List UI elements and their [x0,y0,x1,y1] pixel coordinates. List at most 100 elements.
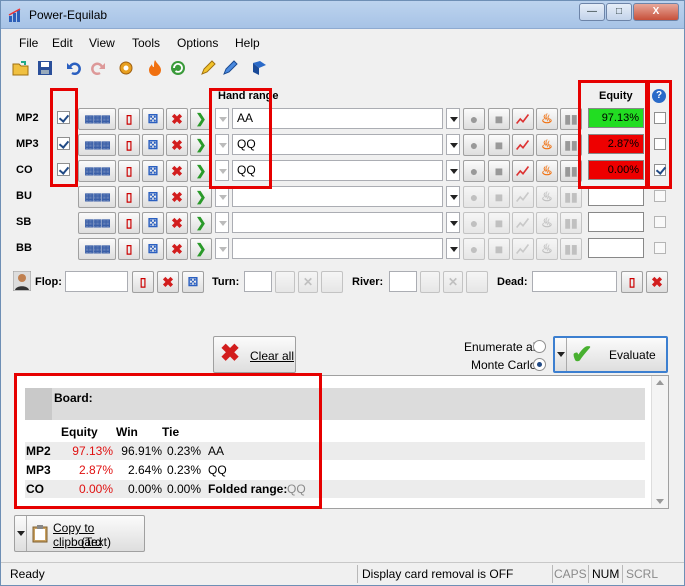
range-history-dropdown[interactable] [215,238,229,259]
weight-button[interactable]: ● [463,212,485,234]
turn-clear-button[interactable]: ✕ [298,271,318,293]
hand-range-dropdown[interactable] [446,212,460,233]
hand-range-dropdown[interactable] [446,134,460,155]
set-hand-button[interactable]: ❯ [190,212,212,234]
flop-card-button[interactable]: ▯ [132,271,154,293]
graph-button[interactable] [512,160,534,182]
range-matrix-button[interactable]: ▦▦▦ [78,108,116,130]
hand-range-dropdown[interactable] [446,186,460,207]
random-hand-button[interactable]: ⚄ [142,186,164,208]
hand-range-dropdown[interactable] [446,160,460,181]
random-hand-button[interactable]: ⚄ [142,134,164,156]
close-window-button[interactable]: X [633,3,679,21]
turn-card-button[interactable] [275,271,295,293]
random-hand-button[interactable]: ⚄ [142,238,164,260]
refresh-icon[interactable] [169,59,187,77]
restore-button[interactable]: □ [606,3,632,21]
set-hand-button[interactable]: ❯ [190,238,212,260]
hot-button[interactable]: ♨ [536,108,558,130]
hand-range-input[interactable] [232,186,443,207]
flop-clear-button[interactable]: ✖ [157,271,179,293]
menu-file[interactable]: File [19,36,38,50]
pencil-blue-icon[interactable] [221,59,239,77]
menu-tools[interactable]: Tools [132,36,160,50]
menu-edit[interactable]: Edit [52,36,73,50]
menu-help[interactable]: Help [235,36,260,50]
river-random-button[interactable] [466,271,488,293]
enumerate-all-radio[interactable] [533,340,546,353]
book-icon[interactable] [250,59,268,77]
range-options-button[interactable]: ■ [488,134,510,156]
redo-icon[interactable] [89,59,107,77]
clear-hand-button[interactable]: ✖ [166,160,188,182]
copy-to-clipboard-button[interactable]: Copy to clipboard (Text) [14,515,145,552]
range-history-dropdown[interactable] [215,186,229,207]
hot-button[interactable]: ♨ [536,160,558,182]
minimize-button[interactable]: — [579,3,605,21]
river-card-button[interactable] [420,271,440,293]
copy-dropdown[interactable] [15,516,27,551]
hot-button[interactable]: ♨ [536,134,558,156]
set-hand-button[interactable]: ❯ [190,186,212,208]
river-input[interactable] [389,271,417,292]
weight-button[interactable]: ● [463,186,485,208]
player-fold-checkbox[interactable] [654,190,666,202]
player-avatar-icon[interactable] [13,271,31,291]
fire-icon[interactable] [146,59,164,77]
menu-options[interactable]: Options [177,36,218,50]
graph-button[interactable] [512,186,534,208]
range-options-button[interactable]: ■ [488,238,510,260]
undo-icon[interactable] [65,59,83,77]
range-options-button[interactable]: ■ [488,186,510,208]
random-hand-button[interactable]: ⚄ [142,212,164,234]
evaluate-dropdown[interactable] [555,338,567,371]
card-select-button[interactable]: ▯ [118,212,140,234]
clear-hand-button[interactable]: ✖ [166,186,188,208]
river-clear-button[interactable]: ✕ [443,271,463,293]
card-select-button[interactable]: ▯ [118,108,140,130]
weight-button[interactable]: ● [463,238,485,260]
open-folder-icon[interactable] [12,59,30,77]
weight-button[interactable]: ● [463,134,485,156]
card-select-button[interactable]: ▯ [118,160,140,182]
dead-card-button[interactable]: ▯ [621,271,643,293]
player-fold-checkbox[interactable] [654,216,666,228]
evaluate-button[interactable]: ✔ Evaluate [553,336,668,373]
weight-button[interactable]: ● [463,108,485,130]
card-select-button[interactable]: ▯ [118,134,140,156]
hand-range-input[interactable] [232,238,443,259]
random-hand-button[interactable]: ⚄ [142,108,164,130]
turn-random-button[interactable] [321,271,343,293]
stats-button[interactable]: ▮▮ [560,212,582,234]
clear-all-button[interactable]: ✖ Clear all [213,336,296,373]
range-matrix-button[interactable]: ▦▦▦ [78,160,116,182]
range-options-button[interactable]: ■ [488,108,510,130]
hot-button[interactable]: ♨ [536,186,558,208]
graph-button[interactable] [512,212,534,234]
dead-input[interactable] [532,271,617,292]
flop-input[interactable] [65,271,128,292]
range-options-button[interactable]: ■ [488,212,510,234]
weight-button[interactable]: ● [463,160,485,182]
graph-button[interactable] [512,134,534,156]
range-options-button[interactable]: ■ [488,160,510,182]
card-select-button[interactable]: ▯ [118,186,140,208]
menu-view[interactable]: View [89,36,115,50]
range-history-dropdown[interactable] [215,212,229,233]
random-hand-button[interactable]: ⚄ [142,160,164,182]
hot-button[interactable]: ♨ [536,212,558,234]
player-fold-checkbox[interactable] [654,242,666,254]
hand-range-dropdown[interactable] [446,108,460,129]
graph-button[interactable] [512,108,534,130]
hand-range-input[interactable] [232,212,443,233]
flop-random-button[interactable]: ⚄ [182,271,204,293]
stats-button[interactable]: ▮▮ [560,238,582,260]
settings-gear-icon[interactable] [117,59,135,77]
stats-button[interactable]: ▮▮ [560,186,582,208]
save-icon[interactable] [36,59,54,77]
clear-hand-button[interactable]: ✖ [166,108,188,130]
clear-hand-button[interactable]: ✖ [166,134,188,156]
range-matrix-button[interactable]: ▦▦▦ [78,212,116,234]
range-matrix-button[interactable]: ▦▦▦ [78,186,116,208]
monte-carlo-radio[interactable] [533,358,546,371]
